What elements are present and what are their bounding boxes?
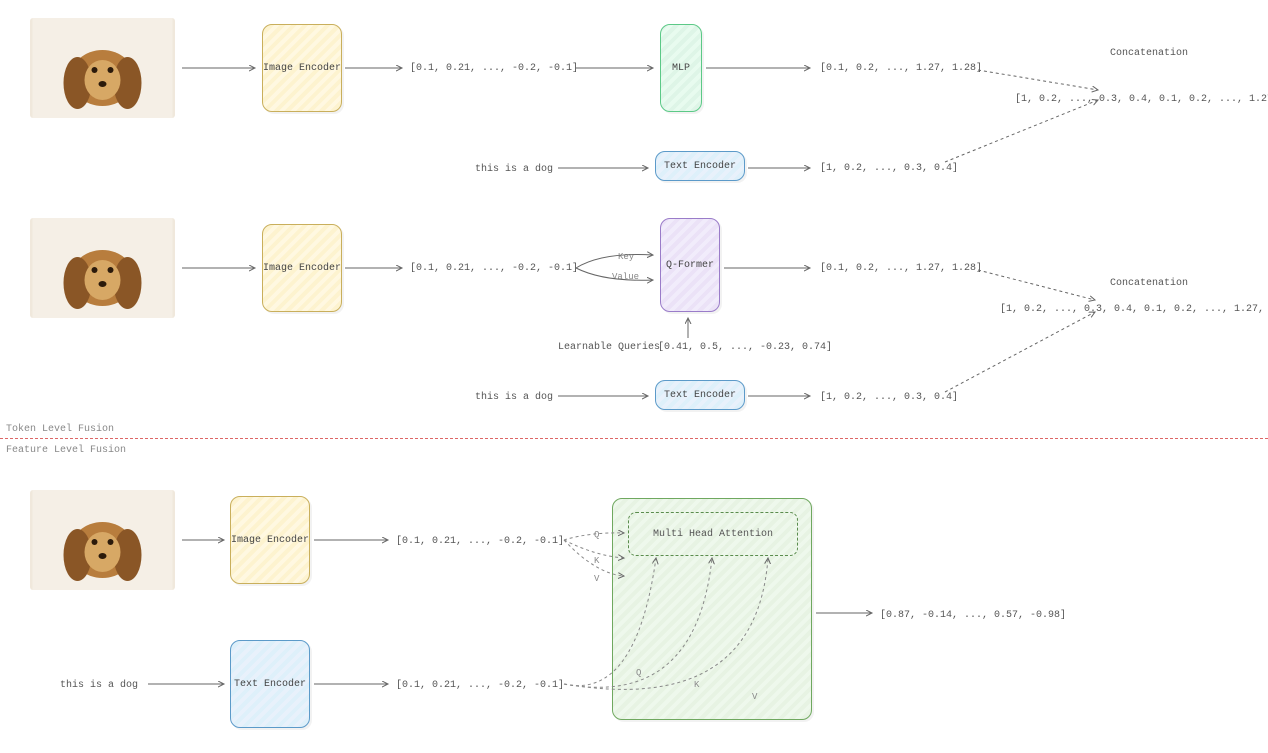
mlp-module: MLP	[660, 24, 702, 112]
text-encoder-3: Text Encoder	[230, 640, 310, 728]
text-features-3: [0.1, 0.21, ..., -0.2, -0.1]	[396, 680, 564, 691]
qformer-module: Q-Former	[660, 218, 720, 312]
image-encoder-label: Image Encoder	[263, 63, 341, 74]
section-token-fusion: Token Level Fusion	[6, 424, 114, 435]
text-output-1: [1, 0.2, ..., 0.3, 0.4]	[820, 163, 958, 174]
k-label-txt: K	[694, 680, 699, 690]
text-input-1: this is a dog	[475, 164, 553, 175]
image-encoder-label-3: Image Encoder	[231, 535, 309, 546]
q-label-img: Q	[594, 530, 599, 540]
multi-head-attention: Multi Head Attention	[628, 512, 798, 556]
key-label: Key	[618, 252, 634, 262]
input-image-3	[30, 490, 175, 590]
k-label-img: K	[594, 556, 599, 566]
image-features-1: [0.1, 0.21, ..., -0.2, -0.1]	[410, 63, 578, 74]
concat-label-1: Concatenation	[1110, 48, 1188, 59]
q-label-txt: Q	[636, 668, 641, 678]
text-encoder-label-2: Text Encoder	[664, 390, 736, 401]
image-features-3: [0.1, 0.21, ..., -0.2, -0.1]	[396, 536, 564, 547]
text-encoder-label: Text Encoder	[664, 161, 736, 172]
image-encoder-3: Image Encoder	[230, 496, 310, 584]
v-label-img: V	[594, 574, 599, 584]
v-label-txt: V	[752, 692, 757, 702]
text-encoder-label-3: Text Encoder	[234, 679, 306, 690]
mlp-output: [0.1, 0.2, ..., 1.27, 1.28]	[820, 63, 982, 74]
section-feature-fusion: Feature Level Fusion	[6, 445, 126, 456]
text-output-2: [1, 0.2, ..., 0.3, 0.4]	[820, 392, 958, 403]
text-encoder-1: Text Encoder	[655, 151, 745, 181]
learnable-queries-prefix: Learnable Queries	[558, 342, 660, 353]
concat-label-2: Concatenation	[1110, 278, 1188, 289]
image-encoder-label-2: Image Encoder	[263, 263, 341, 274]
input-image-2	[30, 218, 175, 318]
text-input-2: this is a dog	[475, 392, 553, 403]
qformer-label: Q-Former	[666, 260, 714, 271]
section-divider	[0, 438, 1268, 439]
qformer-output: [0.1, 0.2, ..., 1.27, 1.28]	[820, 263, 982, 274]
concat-output-1: [1, 0.2, ..., 0.3, 0.4, 0.1, 0.2, ..., 1…	[1015, 94, 1268, 105]
input-image-1	[30, 18, 175, 118]
text-encoder-2: Text Encoder	[655, 380, 745, 410]
image-features-2: [0.1, 0.21, ..., -0.2, -0.1]	[410, 263, 578, 274]
text-input-3: this is a dog	[60, 680, 138, 691]
learnable-queries-vec: [0.41, 0.5, ..., -0.23, 0.74]	[658, 342, 832, 353]
image-encoder-1: Image Encoder	[262, 24, 342, 112]
value-label: Value	[612, 272, 639, 282]
image-encoder-2: Image Encoder	[262, 224, 342, 312]
concat-output-2: [1, 0.2, ..., 0.3, 0.4, 0.1, 0.2, ..., 1…	[1000, 304, 1268, 315]
mha-label: Multi Head Attention	[653, 529, 773, 540]
fusion-output: [0.87, -0.14, ..., 0.57, -0.98]	[880, 610, 1066, 621]
mlp-label: MLP	[672, 63, 690, 74]
